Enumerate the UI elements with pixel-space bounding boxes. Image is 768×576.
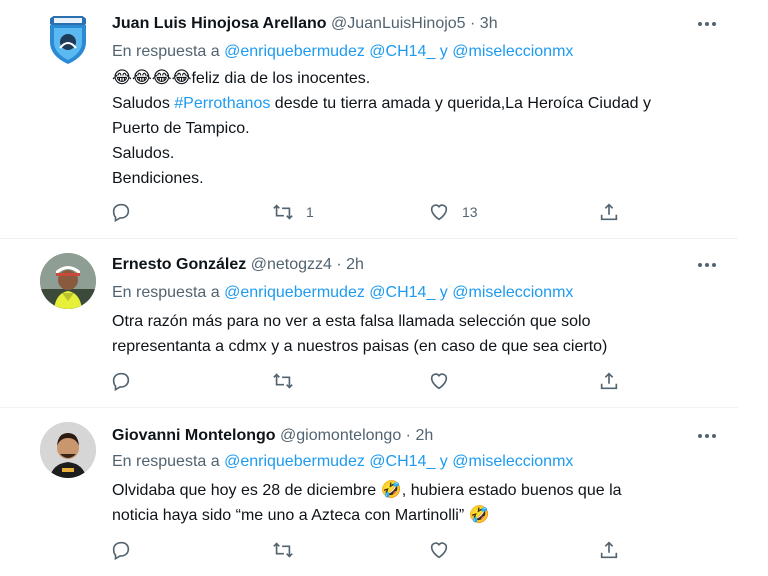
reply-conjunction: y bbox=[439, 43, 448, 60]
tweet[interactable]: Giovanni Montelongo @giomontelongo · 2h … bbox=[0, 408, 738, 576]
separator: · bbox=[336, 256, 342, 273]
reply-button[interactable] bbox=[110, 538, 132, 562]
reply-context: En respuesta a @enriquebermudez @CH14_ y… bbox=[112, 452, 573, 472]
share-icon bbox=[600, 541, 618, 559]
tweet-actions: 1 13 bbox=[108, 200, 628, 224]
like-button[interactable]: 13 bbox=[428, 200, 478, 224]
tweet[interactable]: Ernesto González @netogzz4 · 2h En respu… bbox=[0, 239, 738, 408]
tweet-header: Giovanni Montelongo @giomontelongo · 2h bbox=[112, 426, 433, 446]
laughing-emoji: 😂😂😂😂 bbox=[112, 68, 192, 88]
tweet-text-line: representanta a cdmx y a nuestros paisas… bbox=[112, 338, 608, 355]
tweet-text: Otra razón más para no ver a esta falsa … bbox=[112, 309, 732, 359]
reply-prefix: En respuesta a bbox=[112, 43, 220, 60]
share-button[interactable] bbox=[598, 369, 620, 393]
tweet-actions bbox=[108, 538, 628, 562]
reply-conjunction: y bbox=[439, 453, 448, 470]
tweet-text-line: Puerto de Tampico. bbox=[112, 120, 250, 137]
tweet-actions bbox=[108, 369, 628, 393]
reply-icon bbox=[112, 203, 130, 223]
retweet-button[interactable]: 1 bbox=[272, 200, 314, 224]
share-icon bbox=[600, 372, 618, 390]
share-icon bbox=[600, 203, 618, 221]
separator: · bbox=[470, 15, 476, 32]
like-icon bbox=[430, 204, 448, 221]
like-count: 13 bbox=[462, 204, 478, 220]
tweet[interactable]: Juan Luis Hinojosa Arellano @JuanLuisHin… bbox=[0, 0, 738, 239]
more-options-icon[interactable] bbox=[696, 14, 718, 34]
avatar[interactable] bbox=[40, 253, 96, 309]
author-name[interactable]: Ernesto González bbox=[112, 256, 246, 273]
tweet-text-line: Bendiciones. bbox=[112, 170, 204, 187]
reply-conjunction: y bbox=[439, 284, 448, 301]
author-handle[interactable]: @JuanLuisHinojo5 bbox=[331, 15, 466, 32]
more-options-icon[interactable] bbox=[696, 255, 718, 275]
reply-context: En respuesta a @enriquebermudez @CH14_ y… bbox=[112, 283, 573, 303]
reply-prefix: En respuesta a bbox=[112, 284, 220, 301]
reply-context: En respuesta a @enriquebermudez @CH14_ y… bbox=[112, 42, 573, 62]
timestamp[interactable]: 2h bbox=[346, 256, 364, 273]
tweet-text-line: Saludos. bbox=[112, 145, 175, 162]
retweet-icon bbox=[273, 542, 293, 558]
retweet-count: 1 bbox=[306, 204, 314, 220]
tweet-text-line: , hubiera estado buenos que la bbox=[401, 482, 622, 499]
like-icon bbox=[430, 373, 448, 390]
mention-link[interactable]: @miseleccionmx bbox=[452, 284, 573, 301]
hashtag-link[interactable]: #Perrothanos bbox=[174, 95, 270, 112]
tweet-feed: Juan Luis Hinojosa Arellano @JuanLuisHin… bbox=[0, 0, 768, 576]
tweet-text: Olvidaba que hoy es 28 de diciembre 🤣, h… bbox=[112, 478, 732, 528]
retweet-icon bbox=[273, 373, 293, 389]
tweet-text-line: Olvidaba que hoy es 28 de diciembre bbox=[112, 482, 377, 499]
mention-link[interactable]: @enriquebermudez bbox=[224, 453, 365, 470]
author-handle[interactable]: @giomontelongo bbox=[280, 427, 401, 444]
tweet-text-line: desde tu tierra amada y querida,La Heroí… bbox=[274, 95, 652, 112]
separator: · bbox=[405, 427, 411, 444]
mention-link[interactable]: @miseleccionmx bbox=[452, 453, 573, 470]
mention-link[interactable]: @enriquebermudez bbox=[224, 43, 365, 60]
rofl-emoji: 🤣 bbox=[380, 480, 402, 500]
tweet-text: 😂😂😂😂feliz dia de los inocentes. Saludos … bbox=[112, 66, 732, 191]
timestamp[interactable]: 2h bbox=[415, 427, 433, 444]
mention-link[interactable]: @CH14_ bbox=[369, 43, 435, 60]
retweet-icon bbox=[273, 204, 293, 220]
share-button[interactable] bbox=[598, 200, 620, 224]
timestamp[interactable]: 3h bbox=[480, 15, 498, 32]
mention-link[interactable]: @CH14_ bbox=[369, 284, 435, 301]
team-crest-icon bbox=[50, 16, 86, 64]
reply-button[interactable] bbox=[110, 200, 132, 224]
more-options-icon[interactable] bbox=[696, 426, 718, 446]
reply-prefix: En respuesta a bbox=[112, 453, 220, 470]
share-button[interactable] bbox=[598, 538, 620, 562]
mention-link[interactable]: @miseleccionmx bbox=[452, 43, 573, 60]
author-name[interactable]: Juan Luis Hinojosa Arellano bbox=[112, 15, 327, 32]
mention-link[interactable]: @enriquebermudez bbox=[224, 284, 365, 301]
person-photo-icon bbox=[40, 422, 96, 478]
reply-icon bbox=[112, 372, 130, 392]
tweet-text-line: Saludos bbox=[112, 95, 170, 112]
reply-button[interactable] bbox=[110, 369, 132, 393]
tweet-header: Ernesto González @netogzz4 · 2h bbox=[112, 255, 364, 275]
mention-link[interactable]: @CH14_ bbox=[369, 453, 435, 470]
tweet-text-line: feliz dia de los inocentes. bbox=[191, 70, 371, 87]
tweet-header: Juan Luis Hinojosa Arellano @JuanLuisHin… bbox=[112, 14, 498, 34]
author-handle[interactable]: @netogzz4 bbox=[251, 256, 332, 273]
avatar[interactable] bbox=[40, 12, 96, 68]
like-icon bbox=[430, 542, 448, 559]
retweet-button[interactable] bbox=[272, 538, 306, 562]
person-photo-icon bbox=[40, 253, 96, 309]
author-name[interactable]: Giovanni Montelongo bbox=[112, 427, 276, 444]
avatar[interactable] bbox=[40, 422, 96, 478]
retweet-button[interactable] bbox=[272, 369, 306, 393]
tweet-text-line: Otra razón más para no ver a esta falsa … bbox=[112, 313, 591, 330]
like-button[interactable] bbox=[428, 369, 462, 393]
like-button[interactable] bbox=[428, 538, 462, 562]
rofl-emoji: 🤣 bbox=[468, 505, 490, 525]
tweet-text-line: noticia haya sido “me uno a Azteca con M… bbox=[112, 507, 465, 524]
reply-icon bbox=[112, 541, 130, 561]
